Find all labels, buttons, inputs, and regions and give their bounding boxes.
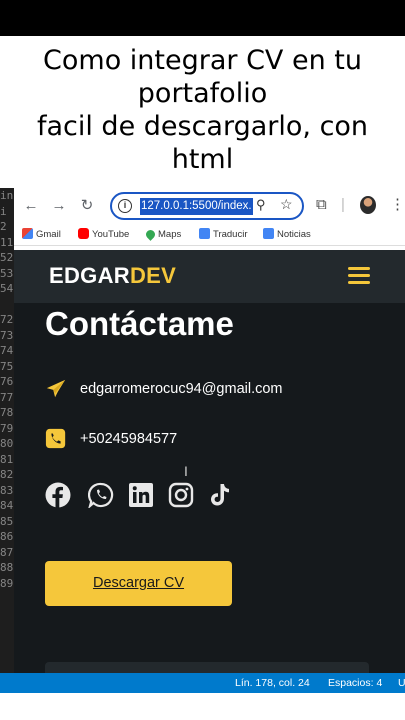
bookmark-youtube[interactable]: YouTube: [78, 228, 129, 242]
gutter-line-number: 53: [0, 266, 14, 280]
whatsapp-icon[interactable]: [88, 482, 114, 508]
gutter-line-number: 2: [0, 220, 7, 233]
address-bar[interactable]: i 127.0.0.1:5500/index. ⚲ ☆: [110, 192, 304, 220]
bookmark-star-icon[interactable]: ☆: [280, 196, 293, 213]
gutter-line-number: 86: [0, 530, 14, 543]
news-icon: [263, 228, 274, 239]
gutter-line-number: 74: [0, 344, 14, 357]
gutter-line-number: 75: [0, 359, 14, 373]
youtube-icon: [78, 228, 89, 239]
gutter-line-number: 88: [0, 561, 14, 574]
url-text[interactable]: 127.0.0.1:5500/index.: [140, 198, 253, 215]
phone-icon: [45, 428, 66, 449]
gutter-line-number: 72: [0, 313, 14, 326]
gutter-line-number: [0, 297, 14, 313]
email-text[interactable]: edgarromerocuc94@gmail.com: [80, 381, 283, 397]
video-title: Como integrar CV en tu portafolio facil …: [0, 44, 405, 176]
gutter-line-number: 77: [0, 390, 14, 404]
editor-status-bar: Lín. 178, col. 24 Espacios: 4 U: [0, 673, 405, 693]
menu-kebab-icon[interactable]: ⋮: [390, 195, 405, 213]
gutter-line-number: 54: [0, 282, 14, 295]
linkedin-icon[interactable]: [128, 482, 154, 508]
gutter-line-number: 76: [0, 375, 14, 388]
video-title-line-1: Como integrar CV en tu: [43, 45, 362, 76]
forward-arrow-icon[interactable]: →: [50, 197, 68, 215]
reload-icon[interactable]: ↻: [78, 197, 96, 215]
logo-main: EDGAR: [49, 263, 130, 288]
text-cursor-icon: I: [184, 463, 188, 479]
extensions-icon[interactable]: ⧉: [316, 196, 327, 213]
bookmark-translate[interactable]: Traducir: [199, 228, 248, 242]
translate-icon: [199, 228, 210, 239]
maps-icon: [144, 228, 157, 241]
instagram-icon[interactable]: [168, 482, 194, 508]
back-arrow-icon[interactable]: ←: [22, 197, 40, 215]
gutter-line-number: 73: [0, 328, 14, 342]
gutter-line-number: 84: [0, 499, 14, 512]
zoom-icon[interactable]: ⚲: [256, 197, 266, 213]
gutter-line-number: 52: [0, 251, 14, 264]
gutter-line-number: 83: [0, 483, 14, 497]
gutter-line-number: 11: [0, 235, 14, 249]
browser-window: ← → ↻ i 127.0.0.1:5500/index. ⚲ ☆ ⧉ | ⋮ …: [14, 188, 405, 676]
gutter-line-number: i: [0, 204, 7, 218]
phone-text[interactable]: +50245984577: [80, 431, 177, 447]
gutter-line-number: in: [0, 189, 14, 202]
bookmarks-bar: Gmail YouTube Maps Traducir Noticias: [14, 224, 405, 246]
gutter-line-number: 89: [0, 576, 14, 590]
facebook-icon[interactable]: [45, 482, 71, 508]
video-title-line-4: html: [171, 144, 234, 175]
gutter-line-number: 79: [0, 421, 14, 435]
bookmark-gmail[interactable]: Gmail: [22, 228, 61, 242]
bookmark-gmail-label: Gmail: [36, 229, 61, 240]
logo-accent: DEV: [129, 263, 177, 288]
gutter-line-number: 81: [0, 452, 14, 466]
bookmark-translate-label: Traducir: [213, 229, 248, 240]
bookmark-news-label: Noticias: [277, 229, 311, 240]
indentation-setting[interactable]: Espacios: 4: [328, 673, 382, 693]
site-header: EDGARDEV: [14, 250, 405, 303]
browser-toolbar: ← → ↻ i 127.0.0.1:5500/index. ⚲ ☆ ⧉ | ⋮: [14, 188, 405, 224]
paper-plane-icon: [46, 379, 66, 398]
video-title-line-2: portafolio: [137, 78, 268, 109]
gutter-line-number: 80: [0, 437, 14, 450]
bookmark-youtube-label: YouTube: [92, 229, 130, 240]
section-title: Contáctame: [45, 305, 234, 342]
toolbar-divider: |: [341, 196, 345, 213]
gmail-icon: [22, 228, 33, 239]
download-cv-button[interactable]: Descargar CV: [45, 561, 232, 606]
video-title-line-3: facil de descargarlo, con: [36, 111, 369, 142]
profile-avatar[interactable]: [360, 196, 376, 214]
encoding-setting[interactable]: U: [398, 673, 405, 693]
gutter-line-number: 87: [0, 545, 14, 559]
top-black-strip: [0, 0, 405, 36]
bookmark-maps[interactable]: Maps: [144, 228, 182, 242]
cursor-position[interactable]: Lín. 178, col. 24: [235, 673, 310, 693]
bookmark-maps-label: Maps: [158, 229, 182, 240]
tiktok-icon[interactable]: [207, 482, 233, 508]
site-info-icon[interactable]: i: [118, 199, 132, 213]
editor-line-gutter: in i 2 11 52 53 54 72 73 74 75 76 77 78 79 80 81 82 83 84 85…: [0, 188, 14, 673]
site-logo[interactable]: EDGARDEV: [49, 263, 176, 289]
gutter-line-number: 82: [0, 468, 14, 481]
bookmark-news[interactable]: Noticias: [263, 228, 311, 242]
gutter-line-number: 85: [0, 514, 14, 528]
hamburger-menu-icon[interactable]: [348, 267, 370, 284]
page-viewport: EDGARDEV Contáctame edgarromerocuc94@gma…: [14, 250, 405, 676]
gutter-line-number: 78: [0, 406, 14, 419]
